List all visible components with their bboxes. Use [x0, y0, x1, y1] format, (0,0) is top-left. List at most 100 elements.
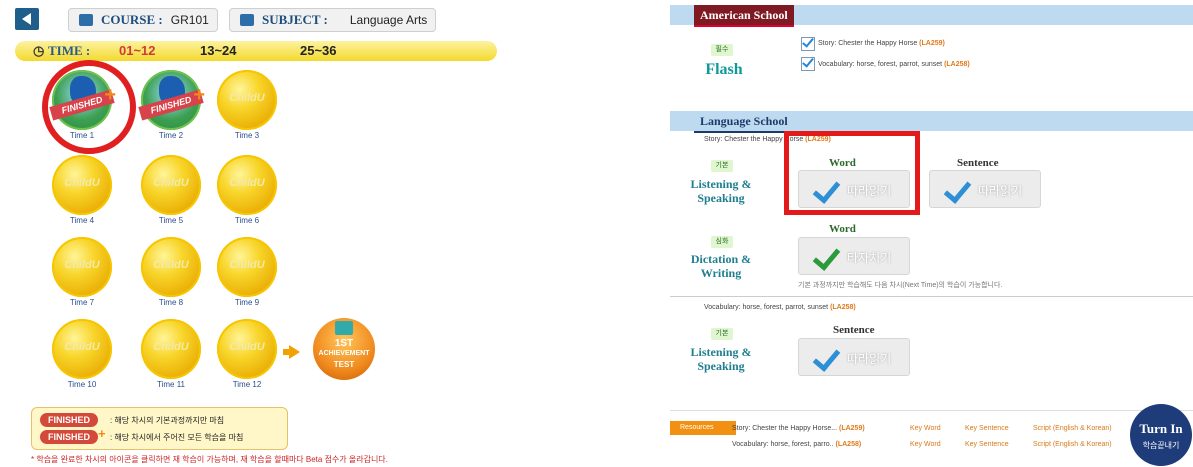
basic-badge: 기본 [711, 160, 733, 172]
plus-icon: + [98, 426, 106, 441]
achievement-line2: ACHIEVEMENT [318, 350, 370, 357]
time-range-tab[interactable]: 01~12 [119, 43, 156, 58]
american-school-title: American School [694, 5, 794, 27]
legend: FINISHED : 해당 차시의 기본과정까지만 마침 FINISHED + … [31, 407, 288, 450]
typing-button[interactable]: 타자치기 [798, 237, 910, 275]
flash-category: Flash [705, 61, 743, 78]
basic-badge: 기본 [711, 328, 733, 340]
vocab-code: (LA258) [830, 304, 856, 311]
dictation-note: 기본 과정까지만 학습해도 다음 차시(Next Time)의 학습이 가능합니… [798, 282, 1003, 289]
highlight-rectangle [784, 131, 920, 215]
resources-tag: Resources [670, 421, 736, 435]
coin-logo: ChildU [229, 177, 265, 189]
word-header: Word [829, 223, 856, 235]
course-box: COURSE : GR101 [68, 8, 218, 32]
highlight-circle [42, 60, 136, 154]
button-label: 타자치기 [847, 251, 892, 265]
time-label: Time 12 [232, 380, 262, 389]
finished-plus-tag: FINISHED [40, 430, 98, 444]
item-text: Story: Chester the Happy Horse [818, 40, 918, 47]
sentence-header: Sentence [957, 157, 999, 169]
time-label: Time 9 [234, 298, 260, 307]
coin-logo: ChildU [64, 259, 100, 271]
turn-in-label: Turn In [1139, 421, 1183, 436]
checkbox-icon[interactable] [801, 37, 815, 51]
resource-code: (LA259) [839, 425, 865, 432]
time-coin[interactable]: ChildU [217, 70, 277, 130]
sentence-follow-read-button[interactable]: 따라읽기 [929, 170, 1041, 208]
time-label: Time 5 [158, 216, 184, 225]
coin-logo: ChildU [153, 341, 189, 353]
item-code: (LA258) [944, 61, 970, 68]
turn-in-sublabel: 학습끝내기 [1142, 441, 1180, 450]
plus-icon: + [193, 84, 205, 106]
key-sentence-link[interactable]: Key Sentence [965, 441, 1009, 448]
time-coin[interactable]: ChildU [141, 155, 201, 215]
time-coin[interactable]: ChildU [141, 319, 201, 379]
coin-logo: ChildU [229, 259, 265, 271]
back-button[interactable] [15, 8, 39, 30]
category-line: Listening & [690, 345, 752, 359]
finished-plus-desc: : 해당 차시에서 주어진 모든 학습을 마침 [110, 433, 244, 442]
time-label: Time 8 [158, 298, 184, 307]
turn-in-button[interactable]: Turn In 학습끝내기 [1130, 404, 1192, 466]
time-label: Time 4 [69, 216, 95, 225]
time-coin[interactable]: ChildU [141, 237, 201, 297]
checkmark-icon [943, 175, 972, 204]
course-value: GR101 [170, 13, 209, 27]
resource-row: Vocabulary: horse, forest, parro.. (LA25… [732, 441, 861, 448]
category-line: Listening & [690, 177, 752, 191]
time-coin[interactable]: FINISHED + [138, 70, 205, 130]
achievement-line3: TEST [333, 360, 355, 369]
item-text: Vocabulary: horse, forest, parrot, sunse… [818, 61, 943, 68]
time-coin[interactable]: ChildU [217, 155, 277, 215]
coin-logo: ChildU [153, 259, 189, 271]
sentence-follow-read-button[interactable]: 따라읽기 [798, 338, 910, 376]
resource-text: Story: Chester the Happy Horse... [732, 425, 838, 432]
script-link[interactable]: Script (English & Korean) [1033, 425, 1112, 432]
divider [670, 296, 1193, 297]
time-coin[interactable]: ChildU [52, 237, 112, 297]
subject-label: SUBJECT : [262, 12, 328, 27]
category-line: Dictation & [690, 252, 752, 266]
script-link[interactable]: Script (English & Korean) [1033, 441, 1112, 448]
resource-code: (LA258) [835, 441, 862, 448]
achievement-line1: 1ST [334, 338, 354, 349]
checkbox-icon[interactable] [801, 57, 815, 71]
time-label: Time 10 [67, 380, 97, 389]
key-word-link[interactable]: Key Word [910, 441, 941, 448]
time-coin[interactable]: ChildU [52, 155, 112, 215]
advanced-badge: 심화 [711, 236, 733, 248]
time-coin[interactable]: ChildU [52, 319, 112, 379]
achievement-test-button[interactable]: 1ST ACHIEVEMENT TEST [313, 318, 375, 380]
language-school-title: Language School [694, 111, 794, 133]
vocab-text: Vocabulary: horse, forest, parrot, sunse… [704, 304, 829, 311]
footnote: * 학습을 완료한 차시의 아이콘을 클릭하면 재 학습이 가능하며, 재 학습… [31, 455, 388, 464]
time-coin[interactable]: ChildU [217, 319, 277, 379]
time-range-tab[interactable]: 13~24 [200, 43, 237, 58]
category-line: Speaking [697, 359, 745, 373]
coin-logo: ChildU [229, 92, 265, 104]
time-range-tab[interactable]: 25~36 [300, 43, 337, 58]
american-item-1: Story: Chester the Happy Horse (LA259) [818, 40, 945, 47]
coin-logo: ChildU [64, 341, 100, 353]
sentence-header: Sentence [833, 324, 875, 336]
listening-category: Listening & Speaking [686, 345, 756, 373]
checkmark-icon [812, 242, 841, 271]
time-label: Time 7 [69, 298, 95, 307]
key-sentence-link[interactable]: Key Sentence [965, 425, 1009, 432]
subject-value: Language Arts [349, 13, 428, 27]
resources-section: Resources Story: Chester the Happy Horse… [670, 410, 1193, 467]
course-label: COURSE : [101, 12, 163, 27]
button-label: 따라읽기 [847, 352, 892, 366]
time-label: TIME : [48, 43, 91, 58]
coin-logo: ChildU [153, 177, 189, 189]
item-code: (LA259) [919, 40, 945, 47]
key-word-link[interactable]: Key Word [910, 425, 941, 432]
right-panel: American School 필수 Flash Story: Chester … [670, 0, 1193, 467]
time-coin[interactable]: ChildU [217, 237, 277, 297]
course-icon [79, 14, 93, 26]
resource-row: Story: Chester the Happy Horse... (LA259… [732, 425, 865, 432]
time-label: Time 11 [156, 380, 185, 389]
resource-text: Vocabulary: horse, forest, parro.. [732, 441, 834, 448]
